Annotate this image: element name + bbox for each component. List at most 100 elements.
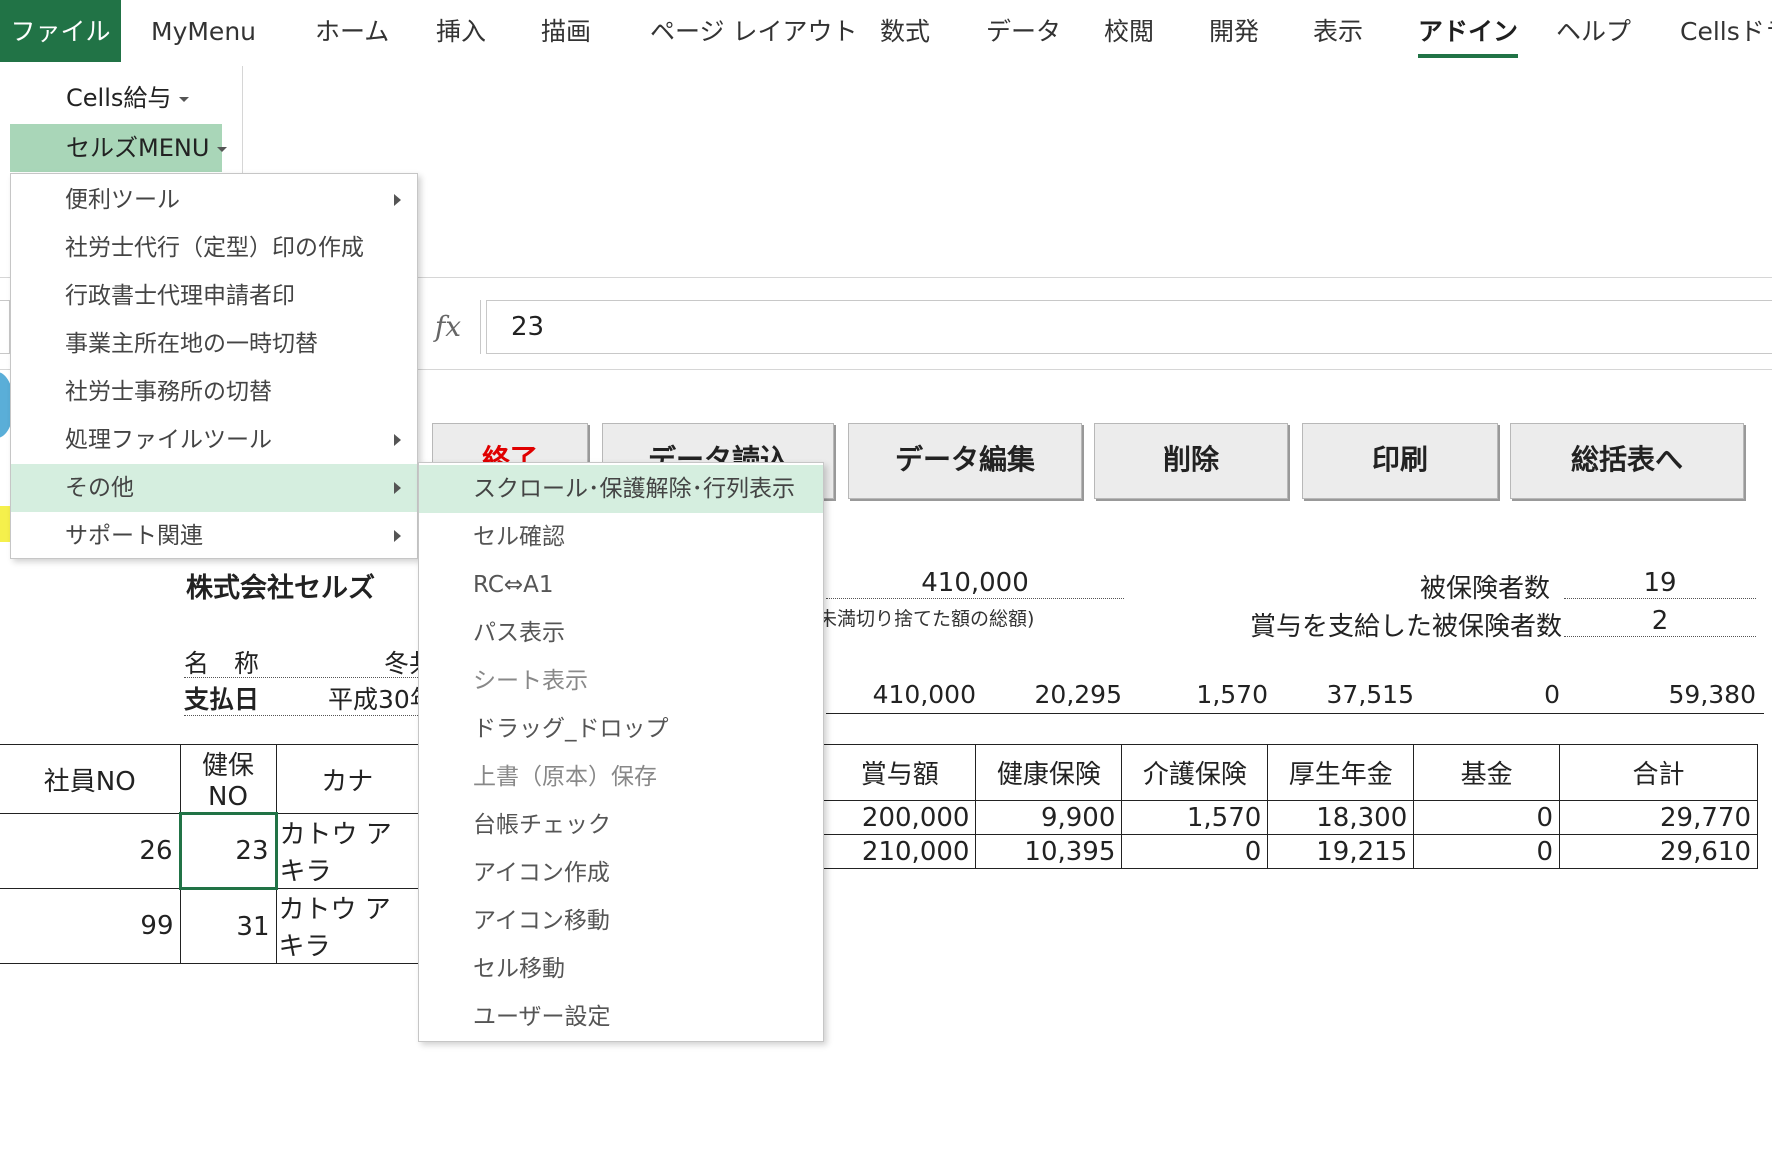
submenu-item-drag-drop[interactable]: ドラッグ_ドロップ: [419, 705, 823, 753]
table-row[interactable]: 99 31 カトウ アキラ: [0, 888, 418, 964]
menu-item-label: サポート関連: [65, 523, 203, 549]
table-row[interactable]: 210,000 10,395 0 19,215 0 29,610: [824, 834, 1758, 869]
menu-item-label: 行政書士代理申請者印: [65, 283, 295, 309]
total-sum: 59,380: [1668, 680, 1756, 709]
menu-item-convenience-tools[interactable]: 便利ツール: [11, 176, 417, 224]
menu-item-address-switch[interactable]: 事業主所在地の一時切替: [11, 320, 417, 368]
cell-bonus[interactable]: 200,000: [824, 800, 977, 835]
bonus-insured-count: 2: [1564, 606, 1756, 637]
function-icon[interactable]: fx: [418, 300, 478, 354]
submenu-item-sheet-display[interactable]: シート表示: [419, 657, 823, 705]
total-care-ins: 1,570: [1196, 680, 1268, 709]
cells-kyuyo-button[interactable]: Cells給与: [10, 74, 220, 122]
insured-count: 19: [1564, 568, 1756, 599]
submenu-item-icon-move[interactable]: アイコン移動: [419, 897, 823, 945]
header-health-ins: 健康保険: [975, 744, 1123, 801]
total-pension: 37,515: [1326, 680, 1414, 709]
submenu-item-icon-create[interactable]: アイコン作成: [419, 849, 823, 897]
table-header-row: 賞与額 健康保険 介護保険 厚生年金 基金 合計: [824, 744, 1758, 801]
tab-cells-driver[interactable]: Cellsドラ: [1680, 0, 1772, 62]
tab-formulas[interactable]: 数式: [880, 0, 930, 62]
menu-item-label: その他: [65, 475, 134, 501]
cell-care-ins[interactable]: 1,570: [1121, 800, 1269, 835]
cells-kyuyo-label: Cells給与: [66, 84, 172, 112]
print-button[interactable]: 印刷: [1302, 423, 1498, 499]
tab-view[interactable]: 表示: [1313, 0, 1363, 62]
total-bonus: 410,000: [872, 680, 976, 709]
formula-input[interactable]: 23: [486, 300, 1772, 354]
submenu-item-cell-check[interactable]: セル確認: [419, 513, 823, 561]
cell-kana[interactable]: カトウ アキラ: [275, 888, 418, 964]
cell-bonus[interactable]: 210,000: [824, 834, 977, 869]
tab-home[interactable]: ホーム: [315, 0, 389, 62]
table-row[interactable]: 200,000 9,900 1,570 18,300 0 29,770: [824, 800, 1758, 835]
cell-fund[interactable]: 0: [1413, 834, 1561, 869]
submenu-item-ledger-check[interactable]: 台帳チェック: [419, 801, 823, 849]
total-amount: 410,000: [826, 568, 1124, 599]
tab-insert[interactable]: 挿入: [436, 0, 486, 62]
cell-care-ins[interactable]: 0: [1121, 834, 1269, 869]
employee-table-left: 社員NO 健保NO カナ 26 23 カトウ アキラ 99 31 カトウ アキラ: [0, 744, 418, 964]
submenu-item-cell-move[interactable]: セル移動: [419, 945, 823, 993]
header-care-ins: 介護保険: [1121, 744, 1269, 801]
tab-help[interactable]: ヘルプ: [1556, 0, 1631, 62]
cell-health-ins[interactable]: 9,900: [975, 800, 1123, 835]
totals-row: 410,000 20,295 1,570 37,515 0 59,380: [826, 680, 1764, 714]
menu-item-office-switch[interactable]: 社労士事務所の切替: [11, 368, 417, 416]
table-header-row: 社員NO 健保NO カナ: [0, 744, 418, 814]
tab-file[interactable]: ファイル: [0, 0, 121, 62]
cell-pension[interactable]: 18,300: [1267, 800, 1415, 835]
cells-menu-dropdown: 便利ツール 社労士代行（定型）印の作成 行政書士代理申請者印 事業主所在地の一時…: [10, 173, 418, 559]
tab-data[interactable]: データ: [986, 0, 1061, 62]
delete-button[interactable]: 削除: [1094, 423, 1288, 499]
menu-item-other[interactable]: その他: [11, 464, 417, 512]
submenu-item-path-display[interactable]: パス表示: [419, 609, 823, 657]
submenu-item-overwrite-save[interactable]: 上書（原本）保存: [419, 753, 823, 801]
pay-date-row: 支払日 平成30年: [184, 680, 435, 716]
header-emp-no: 社員NO: [0, 744, 181, 814]
name-label: 名 称: [184, 649, 260, 678]
cells-menu-button[interactable]: セルズMENU: [10, 124, 228, 172]
tab-developer[interactable]: 開発: [1209, 0, 1259, 62]
cells-menu-label: セルズMENU: [66, 134, 210, 162]
cell-kana[interactable]: カトウ アキラ: [275, 813, 418, 889]
menu-item-file-tools[interactable]: 処理ファイルツール: [11, 416, 417, 464]
cell-pension[interactable]: 19,215: [1267, 834, 1415, 869]
cell-total[interactable]: 29,770: [1559, 800, 1758, 835]
header-total: 合計: [1559, 744, 1758, 801]
pay-date-label: 支払日: [184, 685, 260, 714]
submenu-item-rc-a1[interactable]: RC⇔A1: [419, 561, 823, 609]
ribbon-tab-bar: ファイル MyMenu ホーム 挿入 描画 ページ レイアウト 数式 データ 校…: [0, 0, 1772, 64]
cell-fund[interactable]: 0: [1413, 800, 1561, 835]
data-edit-button[interactable]: データ編集: [848, 423, 1082, 499]
total-health-ins: 20,295: [1034, 680, 1122, 709]
cell-emp-no[interactable]: 26: [0, 813, 181, 889]
tab-mymenu[interactable]: MyMenu: [151, 0, 256, 62]
chevron-right-icon: [394, 434, 401, 446]
cell-emp-no[interactable]: 99: [0, 888, 181, 964]
header-fund: 基金: [1413, 744, 1561, 801]
header-bonus: 賞与額: [824, 744, 977, 801]
name-row: 名 称 冬共: [184, 644, 434, 678]
cell-total[interactable]: 29,610: [1559, 834, 1758, 869]
header-kana: カナ: [275, 744, 418, 814]
menu-item-support[interactable]: サポート関連: [11, 512, 417, 560]
name-box[interactable]: [0, 300, 10, 354]
tab-draw[interactable]: 描画: [541, 0, 591, 62]
bonus-insured-label: 賞与を支給した被保険者数: [1250, 612, 1563, 642]
cell-health-no[interactable]: 31: [179, 888, 277, 964]
summary-button[interactable]: 総括表へ: [1510, 423, 1744, 499]
menu-item-gyosei-seal[interactable]: 行政書士代理申請者印: [11, 272, 417, 320]
chevron-right-icon: [394, 530, 401, 542]
submenu-item-scroll-protect[interactable]: スクロール･保護解除･行列表示: [419, 465, 823, 513]
header-pension: 厚生年金: [1267, 744, 1415, 801]
submenu-item-user-settings[interactable]: ユーザー設定: [419, 993, 823, 1041]
cell-health-ins[interactable]: 10,395: [975, 834, 1123, 869]
menu-item-label: 便利ツール: [65, 187, 180, 213]
tab-page-layout[interactable]: ページ レイアウト: [650, 0, 857, 62]
cell-health-no-selected[interactable]: 23: [178, 812, 278, 890]
menu-item-sharoushi-seal[interactable]: 社労士代行（定型）印の作成: [11, 224, 417, 272]
tab-review[interactable]: 校閲: [1104, 0, 1154, 62]
tab-addins[interactable]: アドイン: [1418, 0, 1519, 62]
table-row[interactable]: 26 23 カトウ アキラ: [0, 812, 418, 890]
